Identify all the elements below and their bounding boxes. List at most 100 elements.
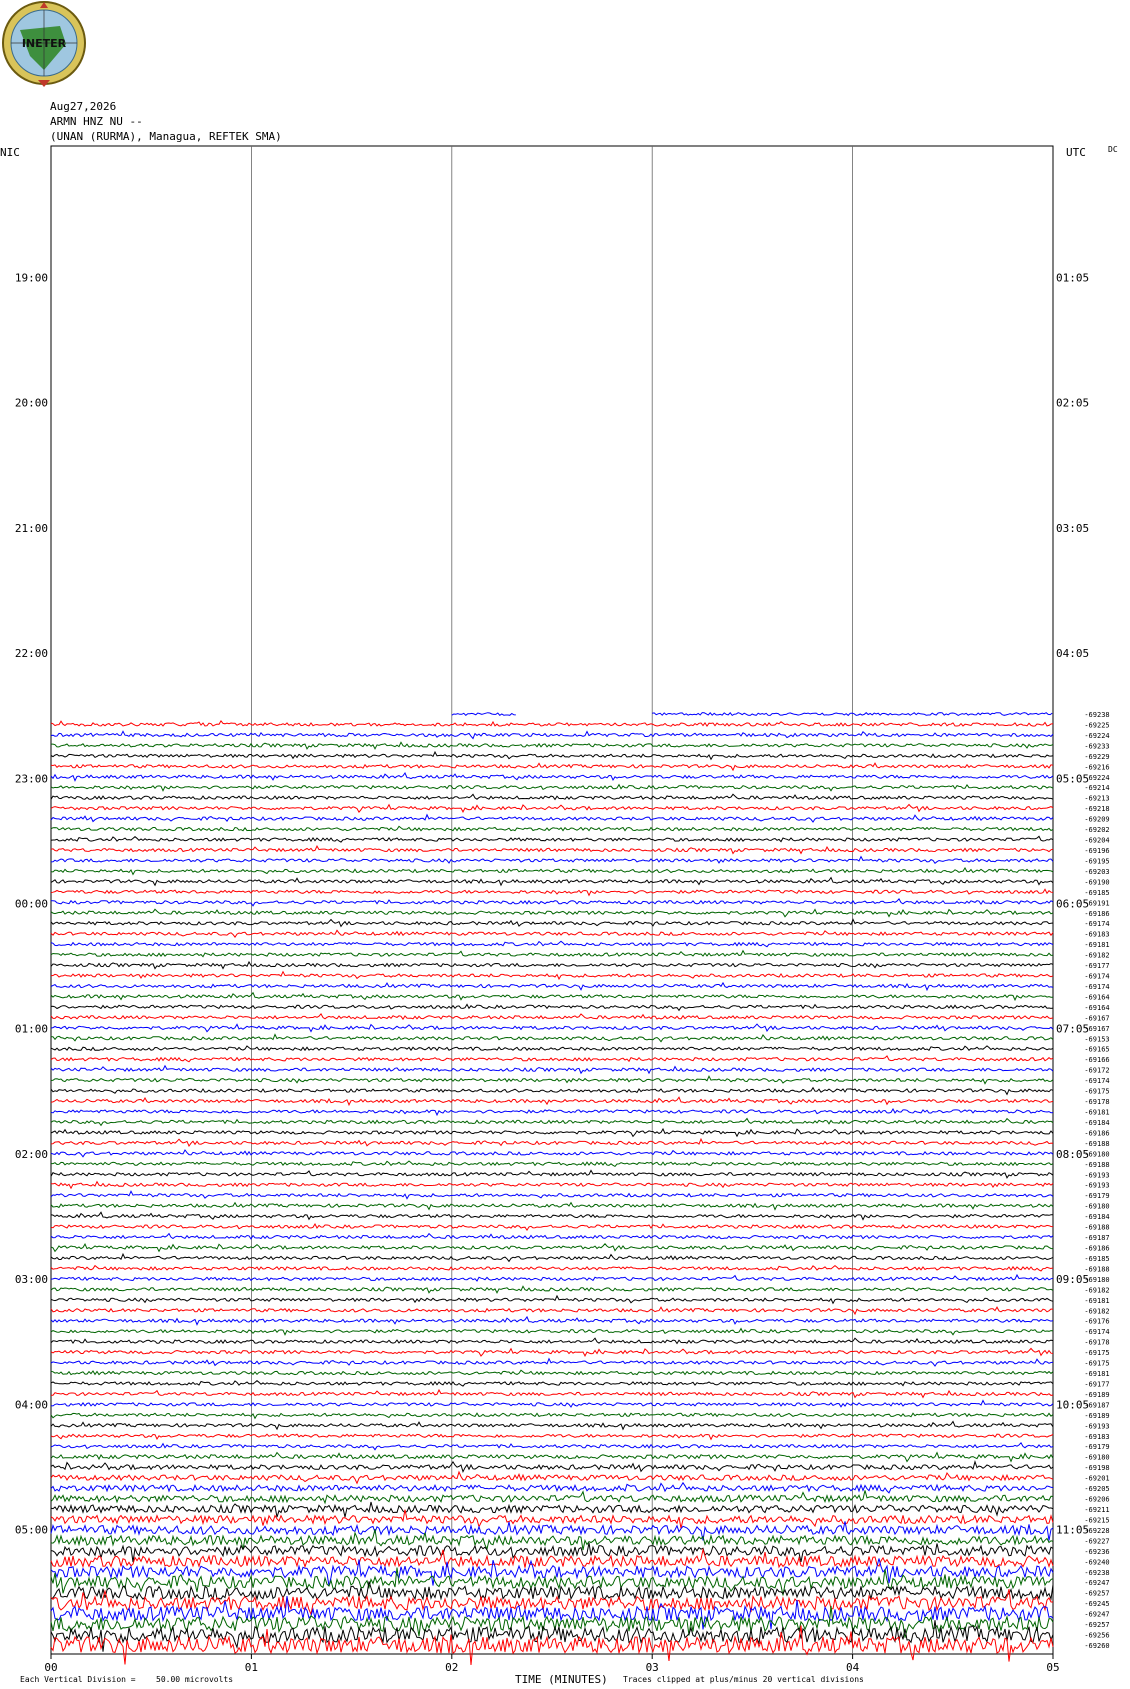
trace-line — [50, 1045, 1054, 1052]
trace-line — [50, 876, 1054, 887]
left-hour-label: 19:00 — [15, 272, 48, 285]
x-tick-label: 01 — [245, 1661, 258, 1674]
trace-line — [50, 1547, 1054, 1569]
trace-line — [50, 1625, 1054, 1666]
dc-value-label: -69209 — [1084, 816, 1109, 824]
dc-value-label: -69178 — [1084, 1339, 1109, 1347]
right-hour-label: 02:05 — [1056, 397, 1089, 410]
trace-line — [50, 929, 1054, 938]
trace-line — [50, 1169, 1054, 1179]
trace-line — [50, 1232, 1054, 1240]
right-hour-label: 04:05 — [1056, 647, 1089, 660]
dc-value-label: -69211 — [1084, 1506, 1109, 1514]
dc-value-label: -69179 — [1084, 1443, 1109, 1451]
trace-line — [50, 1117, 1054, 1127]
dc-value-label: -69179 — [1084, 1192, 1109, 1200]
trace-line — [50, 1558, 1054, 1587]
dc-value-label: -69174 — [1084, 920, 1109, 928]
dc-value-label: -69187 — [1084, 1234, 1109, 1242]
dc-value-label: -69190 — [1084, 878, 1109, 886]
trace-line — [50, 1252, 1054, 1263]
dc-value-label: -69186 — [1084, 1129, 1109, 1137]
dc-value-label: -69247 — [1084, 1611, 1109, 1619]
left-hour-label: 01:00 — [15, 1023, 48, 1036]
dc-value-label: -69167 — [1084, 1025, 1109, 1033]
trace-line — [50, 1211, 1053, 1221]
dc-value-label: -69186 — [1084, 1244, 1109, 1252]
dc-value-label: -69180 — [1084, 1203, 1109, 1211]
dc-value-label: -69186 — [1084, 910, 1109, 918]
dc-value-label: -69175 — [1084, 1360, 1109, 1368]
dc-value-label: -69174 — [1084, 1328, 1109, 1336]
trace-line — [50, 1243, 1054, 1253]
trace-line — [50, 1149, 1054, 1158]
left-tz-label: NIC — [0, 146, 20, 159]
trace-line — [50, 845, 1054, 855]
trace-line — [50, 1420, 1054, 1431]
right-hour-label: 01:05 — [1056, 272, 1089, 285]
trace-line — [50, 1501, 1054, 1518]
dc-value-label: -69214 — [1084, 784, 1109, 792]
left-hour-label: 02:00 — [15, 1148, 48, 1161]
dc-value-label: -69174 — [1084, 1077, 1109, 1085]
dc-value-label: -69206 — [1084, 1496, 1109, 1504]
dc-value-label: -69198 — [1084, 1464, 1109, 1472]
x-tick-label: 00 — [44, 1661, 57, 1674]
trace-line — [50, 1033, 1054, 1043]
dc-value-label: -69188 — [1084, 1161, 1109, 1169]
trace-line — [50, 1064, 1054, 1075]
trace-line — [50, 1137, 1054, 1148]
trace-line — [50, 1441, 1054, 1451]
left-hour-label: 22:00 — [15, 647, 48, 660]
trace-line — [50, 1509, 1054, 1529]
trace-line — [50, 1190, 1054, 1200]
trace-line — [50, 867, 1054, 876]
dc-value-label: -69167 — [1084, 1014, 1109, 1022]
trace-line — [50, 1412, 1054, 1420]
traces — [50, 712, 1054, 1666]
dc-label: DC — [1108, 145, 1118, 154]
trace-line — [50, 1529, 1054, 1551]
seismogram-plot: NIC UTC DC 19:00 20:00 21:00 22:00 23:00 00:00 01… — [0, 145, 1118, 1686]
trace-line — [50, 750, 1054, 761]
dc-value-label: -69215 — [1084, 1516, 1109, 1524]
trace-line — [50, 1127, 1054, 1138]
dc-value-label: -69238 — [1084, 1569, 1109, 1577]
dc-value-label: -69195 — [1084, 857, 1109, 865]
clip-note: Traces clipped at plus/minus 20 vertical… — [623, 1675, 864, 1684]
dc-value-label: -69174 — [1084, 973, 1109, 981]
dc-value-label: -69165 — [1084, 1046, 1109, 1054]
dc-value-label: -69181 — [1084, 1370, 1109, 1378]
dc-value-label: -69174 — [1084, 983, 1109, 991]
dc-value-label: -69247 — [1084, 1579, 1109, 1587]
dc-value-label: -69256 — [1084, 1632, 1109, 1640]
trace-line — [50, 1380, 1054, 1387]
left-hour-label: 21:00 — [15, 522, 48, 535]
dc-value-label: -69182 — [1084, 952, 1109, 960]
trace-line — [50, 771, 1054, 782]
dc-value-label: -69225 — [1084, 721, 1109, 729]
dc-value-label: -69184 — [1084, 1119, 1109, 1127]
trace-line — [50, 970, 1054, 981]
trace-line — [50, 1264, 1054, 1272]
trace-line — [50, 1315, 1054, 1326]
dc-value-label: -69181 — [1084, 1109, 1109, 1117]
dc-value-label: -69181 — [1084, 941, 1109, 949]
trace-line — [50, 1294, 1054, 1305]
dc-value-label: -69182 — [1084, 1286, 1109, 1294]
trace-line — [50, 825, 1054, 832]
x-tick-label: 05 — [1046, 1661, 1059, 1674]
trace-line — [50, 1201, 1054, 1211]
trace-line — [50, 1357, 1054, 1367]
trace-line — [50, 1273, 1054, 1282]
dc-value-label: -69176 — [1084, 1318, 1109, 1326]
dc-value-label: -69245 — [1084, 1600, 1109, 1608]
dc-value-label: -69188 — [1084, 1224, 1109, 1232]
trace-line — [51, 898, 1054, 907]
dc-value-label: -69218 — [1084, 805, 1109, 813]
trace-line — [50, 1003, 1054, 1012]
trace-line — [50, 981, 1054, 992]
dc-value-label: -69193 — [1084, 1171, 1109, 1179]
dc-value-label: -69164 — [1084, 1004, 1109, 1012]
dc-value-label: -69227 — [1084, 1537, 1109, 1545]
